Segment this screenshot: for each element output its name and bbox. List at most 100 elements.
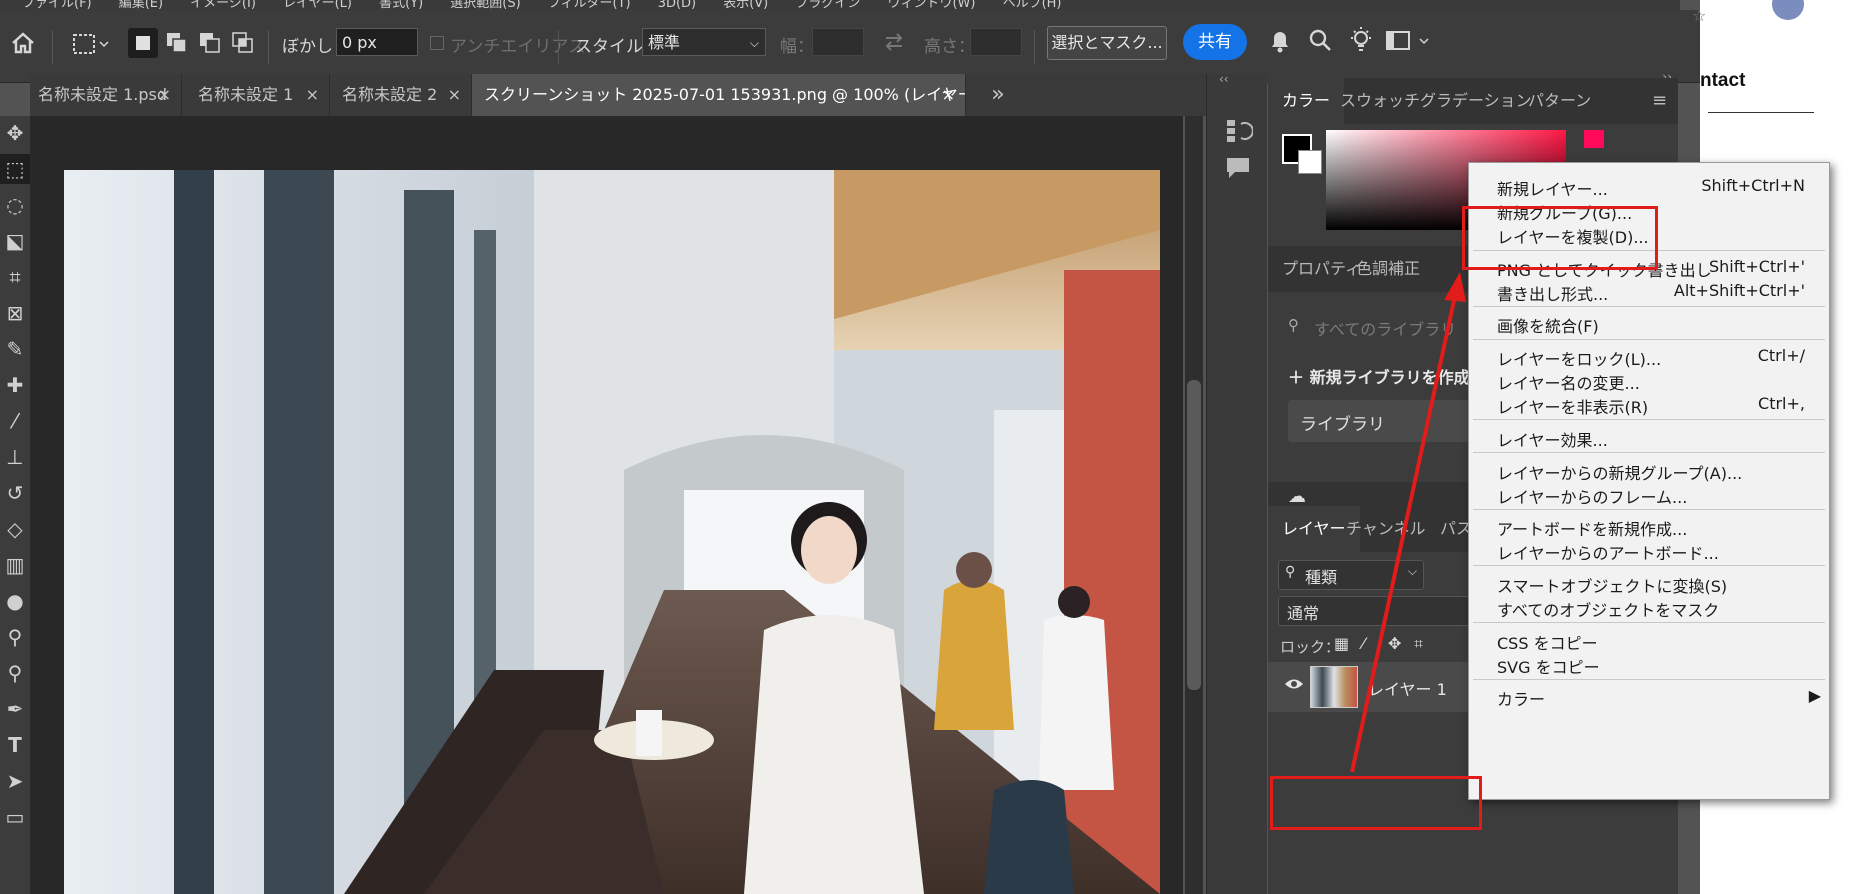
- intersect-selection-icon[interactable]: [232, 32, 254, 59]
- background-color-swatch[interactable]: [1298, 150, 1322, 174]
- menu-item-artboard-from-layers[interactable]: レイヤーからのアートボード...: [1469, 537, 1829, 563]
- select-and-mask-button[interactable]: 選択とマスク...: [1047, 26, 1167, 60]
- divider: [558, 30, 559, 64]
- path-select-icon[interactable]: ➤: [0, 766, 30, 796]
- menu-item-new-artboard[interactable]: アートボードを新規作成...: [1469, 513, 1829, 539]
- frame-tool-icon[interactable]: ⊠: [0, 298, 30, 328]
- antialias-label: アンチエイリアス: [450, 37, 586, 57]
- gradient-tool-icon[interactable]: ▥: [0, 550, 30, 580]
- cloud-icon[interactable]: ☁: [1288, 486, 1306, 507]
- menu-item-hide-layer[interactable]: レイヤーを非表示(R) Ctrl+,: [1469, 391, 1829, 417]
- share-button[interactable]: 共有: [1183, 24, 1247, 60]
- marquee-tool-icon[interactable]: ⬚: [0, 154, 30, 184]
- menu-item-group-from-layers[interactable]: レイヤーからの新規グループ(A)...: [1469, 457, 1829, 483]
- tab-overflow-icon[interactable]: »: [978, 74, 1018, 116]
- menu-item-copy-svg[interactable]: SVG をコピー: [1469, 651, 1829, 677]
- menu-select[interactable]: 選択範囲(S): [450, 0, 520, 10]
- scrollbar-thumb[interactable]: [1187, 380, 1201, 690]
- menu-item-smart-object[interactable]: スマートオブジェクトに変換(S): [1469, 570, 1829, 596]
- page-heading: ntact: [1700, 70, 1746, 91]
- marquee-icon[interactable]: [72, 32, 112, 61]
- close-icon[interactable]: ×: [942, 74, 955, 116]
- dodge-tool-icon[interactable]: ⚲: [0, 622, 30, 652]
- menu-divider: [1473, 565, 1825, 566]
- menu-item-lock-layer[interactable]: レイヤーをロック(L)... Ctrl+/: [1469, 343, 1829, 369]
- crop-tool-icon[interactable]: ⌗: [0, 262, 30, 292]
- menu-item-color[interactable]: カラー ▶: [1469, 683, 1829, 709]
- menu-item-export-as[interactable]: 書き出し形式... Alt+Shift+Ctrl+': [1469, 278, 1829, 304]
- tab-label: 名称未設定 1: [198, 85, 294, 104]
- menu-item-layer-effects[interactable]: レイヤー効果...: [1469, 424, 1829, 450]
- style-select[interactable]: 標準 ⌵: [642, 28, 766, 56]
- menu-divider: [1473, 679, 1825, 680]
- search-icon[interactable]: [1308, 28, 1332, 57]
- healing-brush-icon[interactable]: ✚: [0, 370, 30, 400]
- menu-item-new-layer[interactable]: 新規レイヤー... Shift+Ctrl+N: [1469, 173, 1829, 199]
- document-photo[interactable]: [64, 170, 1160, 894]
- panel-menu-icon[interactable]: ≡: [1652, 78, 1667, 124]
- eyedropper-icon[interactable]: ✎: [0, 334, 30, 364]
- eraser-icon[interactable]: ◇: [0, 514, 30, 544]
- stamp-tool-icon[interactable]: ⊥: [0, 442, 30, 472]
- lock-label: ロック：: [1280, 638, 1341, 656]
- menu-filter[interactable]: フィルター(T): [548, 0, 631, 10]
- avatar[interactable]: [1772, 0, 1804, 20]
- menu-plugins[interactable]: プラグイン: [795, 0, 860, 10]
- hue-slider[interactable]: [1584, 130, 1604, 148]
- tab-document-2[interactable]: 名称未設定 1 ×: [186, 74, 330, 116]
- pen-tool-icon[interactable]: ✒: [0, 694, 30, 724]
- menu-3d[interactable]: 3D(D): [658, 0, 696, 10]
- object-select-icon[interactable]: ⬕: [0, 226, 30, 256]
- bell-icon[interactable]: [1268, 28, 1292, 59]
- home-icon[interactable]: [10, 30, 36, 61]
- menu-item-flatten-image[interactable]: 画像を統合(F): [1469, 310, 1829, 336]
- height-input[interactable]: [970, 28, 1022, 56]
- tab-document-active[interactable]: スクリーンショット 2025-07-01 153931.png @ 100% (…: [472, 74, 966, 116]
- menu-image[interactable]: イメージ(I): [190, 0, 256, 10]
- history-brush-icon[interactable]: ↺: [0, 478, 30, 508]
- blur-tool-icon[interactable]: ●: [0, 586, 30, 616]
- close-icon[interactable]: ×: [306, 74, 319, 116]
- menu-item-mask-all-objects[interactable]: すべてのオブジェクトをマスク: [1469, 594, 1829, 620]
- tab-color[interactable]: カラー: [1268, 78, 1345, 124]
- tab-document-1[interactable]: 名称未設定 1.psd ×: [30, 74, 182, 116]
- move-tool-icon[interactable]: ✥: [0, 118, 30, 148]
- lasso-tool-icon[interactable]: ◌: [0, 190, 30, 220]
- close-icon[interactable]: ×: [158, 74, 171, 116]
- history-icon[interactable]: [1225, 118, 1254, 148]
- add-selection-icon[interactable]: [166, 32, 188, 59]
- close-icon[interactable]: ×: [448, 74, 461, 116]
- star-icon[interactable]: ☆: [1692, 6, 1706, 25]
- chat-icon[interactable]: [1225, 156, 1251, 184]
- subtract-selection-icon[interactable]: [199, 32, 221, 59]
- feather-input[interactable]: 0 px: [336, 28, 418, 56]
- highlight-layer-row: [1270, 776, 1482, 830]
- shape-tool-icon[interactable]: ▭: [0, 802, 30, 832]
- menu-file[interactable]: ファイル(F): [22, 0, 92, 10]
- eye-icon[interactable]: [1284, 676, 1304, 695]
- new-selection-icon[interactable]: [128, 28, 158, 58]
- menu-help[interactable]: ヘルプ(H): [1003, 0, 1062, 10]
- menu-layer[interactable]: レイヤー(L): [283, 0, 352, 10]
- swap-icon[interactable]: [882, 30, 906, 59]
- tab-gradient[interactable]: グラデーション: [1420, 78, 1532, 124]
- menu-item-frame-from-layers[interactable]: レイヤーからのフレーム...: [1469, 481, 1829, 507]
- tab-pattern[interactable]: パターン: [1528, 78, 1591, 124]
- lightbulb-icon[interactable]: [1348, 26, 1374, 59]
- antialias-checkbox[interactable]: [430, 36, 444, 50]
- menu-window[interactable]: ウィンドウ(W): [887, 0, 975, 10]
- menu-edit[interactable]: 編集(E): [119, 0, 163, 10]
- type-tool-icon[interactable]: T: [0, 730, 30, 760]
- brush-tool-icon[interactable]: ⁄: [0, 406, 30, 436]
- search-icon: ⚲: [1288, 316, 1299, 334]
- zoom-lens-icon[interactable]: ⚲: [0, 658, 30, 688]
- menu-view[interactable]: 表示(V): [723, 0, 768, 10]
- panel-icon[interactable]: [1386, 30, 1430, 57]
- menu-item-copy-css[interactable]: CSS をコピー: [1469, 627, 1829, 653]
- menu-item-rename-layer[interactable]: レイヤー名の変更...: [1469, 367, 1829, 393]
- collapse-icon[interactable]: ‹‹: [1219, 72, 1229, 86]
- width-input[interactable]: [812, 28, 864, 56]
- tab-document-3[interactable]: 名称未設定 2 ×: [330, 74, 472, 116]
- menu-type[interactable]: 書式(Y): [379, 0, 423, 10]
- tab-swatches[interactable]: スウォッチ: [1340, 78, 1420, 124]
